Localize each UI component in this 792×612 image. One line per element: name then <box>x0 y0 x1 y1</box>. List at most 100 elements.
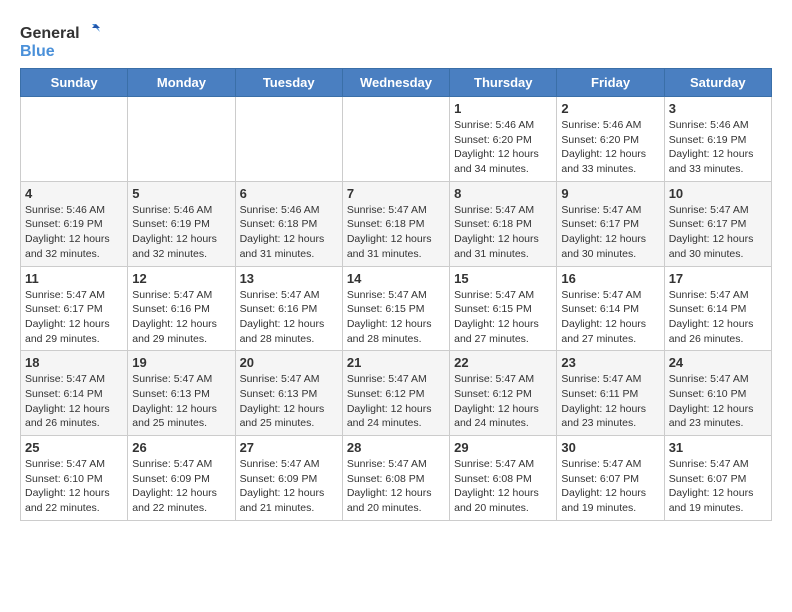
calendar-cell: 30Sunrise: 5:47 AM Sunset: 6:07 PM Dayli… <box>557 436 664 521</box>
day-number: 20 <box>240 355 338 370</box>
day-number: 4 <box>25 186 123 201</box>
calendar-cell: 6 Sunrise: 5:46 AM Sunset: 6:18 PM Daylig… <box>235 181 342 266</box>
day-info: Sunrise: 5:47 AM Sunset: 6:10 PM Dayligh… <box>25 457 123 516</box>
logo: General Blue <box>20 20 100 60</box>
day-number: 5 <box>132 186 230 201</box>
calendar-cell: 10Sunrise: 5:47 AM Sunset: 6:17 PM Dayli… <box>664 181 771 266</box>
day-number: 12 <box>132 271 230 286</box>
day-header-sunday: Sunday <box>21 69 128 97</box>
calendar-cell: 26 Sunrise: 5:47 AM Sunset: 6:09 PM Dayli… <box>128 436 235 521</box>
day-info: Sunrise: 5:47 AM Sunset: 6:09 PM Dayligh… <box>132 457 230 516</box>
calendar-cell: 12 Sunrise: 5:47 AM Sunset: 6:16 PM Dayli… <box>128 266 235 351</box>
day-number: 6 <box>240 186 338 201</box>
calendar-cell: 25 Sunrise: 5:47 AM Sunset: 6:10 PM Dayli… <box>21 436 128 521</box>
week-row-4: 25 Sunrise: 5:47 AM Sunset: 6:10 PM Dayli… <box>21 436 772 521</box>
calendar-cell: 22 Sunrise: 5:47 AM Sunset: 6:12 PM Dayli… <box>450 351 557 436</box>
calendar-header-row: SundayMondayTuesdayWednesdayThursdayFrid… <box>21 69 772 97</box>
calendar-cell: 7Sunrise: 5:47 AM Sunset: 6:18 PM Daylig… <box>342 181 449 266</box>
day-number: 11 <box>25 271 123 286</box>
day-info: Sunrise: 5:47 AM Sunset: 6:12 PM Dayligh… <box>454 372 552 431</box>
day-number: 14 <box>347 271 445 286</box>
calendar-cell: 13 Sunrise: 5:47 AM Sunset: 6:16 PM Dayli… <box>235 266 342 351</box>
day-number: 1 <box>454 101 552 116</box>
week-row-1: 4 Sunrise: 5:46 AM Sunset: 6:19 PM Daylig… <box>21 181 772 266</box>
calendar-cell: 5 Sunrise: 5:46 AM Sunset: 6:19 PM Daylig… <box>128 181 235 266</box>
day-info: Sunrise: 5:47 AM Sunset: 6:17 PM Dayligh… <box>561 203 659 262</box>
day-number: 26 <box>132 440 230 455</box>
day-info: Sunrise: 5:46 AM Sunset: 6:19 PM Dayligh… <box>25 203 123 262</box>
calendar-cell: 23 Sunrise: 5:47 AM Sunset: 6:11 PM Dayli… <box>557 351 664 436</box>
day-info: Sunrise: 5:47 AM Sunset: 6:08 PM Dayligh… <box>454 457 552 516</box>
day-info: Sunrise: 5:47 AM Sunset: 6:12 PM Dayligh… <box>347 372 445 431</box>
day-info: Sunrise: 5:47 AM Sunset: 6:16 PM Dayligh… <box>240 288 338 347</box>
svg-text:General: General <box>20 25 80 42</box>
logo-svg: General Blue <box>20 20 100 60</box>
day-header-wednesday: Wednesday <box>342 69 449 97</box>
calendar-cell: 3 Sunrise: 5:46 AM Sunset: 6:19 PM Daylig… <box>664 97 771 182</box>
day-info: Sunrise: 5:47 AM Sunset: 6:13 PM Dayligh… <box>132 372 230 431</box>
calendar-cell: 17Sunrise: 5:47 AM Sunset: 6:14 PM Dayli… <box>664 266 771 351</box>
day-info: Sunrise: 5:46 AM Sunset: 6:20 PM Dayligh… <box>561 118 659 177</box>
day-info: Sunrise: 5:47 AM Sunset: 6:14 PM Dayligh… <box>669 288 767 347</box>
day-number: 29 <box>454 440 552 455</box>
calendar-table: SundayMondayTuesdayWednesdayThursdayFrid… <box>20 68 772 521</box>
day-number: 2 <box>561 101 659 116</box>
day-info: Sunrise: 5:47 AM Sunset: 6:08 PM Dayligh… <box>347 457 445 516</box>
day-number: 27 <box>240 440 338 455</box>
day-info: Sunrise: 5:47 AM Sunset: 6:18 PM Dayligh… <box>347 203 445 262</box>
calendar-cell: 14 Sunrise: 5:47 AM Sunset: 6:15 PM Dayli… <box>342 266 449 351</box>
day-number: 3 <box>669 101 767 116</box>
day-number: 9 <box>561 186 659 201</box>
day-header-friday: Friday <box>557 69 664 97</box>
calendar-cell <box>21 97 128 182</box>
day-info: Sunrise: 5:47 AM Sunset: 6:15 PM Dayligh… <box>454 288 552 347</box>
day-info: Sunrise: 5:46 AM Sunset: 6:18 PM Dayligh… <box>240 203 338 262</box>
day-info: Sunrise: 5:46 AM Sunset: 6:19 PM Dayligh… <box>669 118 767 177</box>
day-number: 28 <box>347 440 445 455</box>
day-header-thursday: Thursday <box>450 69 557 97</box>
calendar-cell: 15 Sunrise: 5:47 AM Sunset: 6:15 PM Dayli… <box>450 266 557 351</box>
day-number: 16 <box>561 271 659 286</box>
week-row-0: 1 Sunrise: 5:46 AM Sunset: 6:20 PM Daylig… <box>21 97 772 182</box>
svg-text:Blue: Blue <box>20 43 55 60</box>
calendar-cell: 28 Sunrise: 5:47 AM Sunset: 6:08 PM Dayli… <box>342 436 449 521</box>
day-number: 13 <box>240 271 338 286</box>
day-header-saturday: Saturday <box>664 69 771 97</box>
calendar-cell: 18 Sunrise: 5:47 AM Sunset: 6:14 PM Dayli… <box>21 351 128 436</box>
day-number: 22 <box>454 355 552 370</box>
day-info: Sunrise: 5:47 AM Sunset: 6:09 PM Dayligh… <box>240 457 338 516</box>
header: General Blue <box>20 20 772 60</box>
calendar-cell: 21 Sunrise: 5:47 AM Sunset: 6:12 PM Dayli… <box>342 351 449 436</box>
calendar-cell <box>235 97 342 182</box>
calendar-cell: 24 Sunrise: 5:47 AM Sunset: 6:10 PM Dayli… <box>664 351 771 436</box>
day-info: Sunrise: 5:47 AM Sunset: 6:15 PM Dayligh… <box>347 288 445 347</box>
calendar-cell: 1Sunrise: 5:46 AM Sunset: 6:20 PM Daylig… <box>450 97 557 182</box>
day-info: Sunrise: 5:47 AM Sunset: 6:17 PM Dayligh… <box>25 288 123 347</box>
calendar-cell: 29 Sunrise: 5:47 AM Sunset: 6:08 PM Dayli… <box>450 436 557 521</box>
calendar-cell: 16Sunrise: 5:47 AM Sunset: 6:14 PM Dayli… <box>557 266 664 351</box>
day-info: Sunrise: 5:47 AM Sunset: 6:14 PM Dayligh… <box>25 372 123 431</box>
day-number: 18 <box>25 355 123 370</box>
day-number: 23 <box>561 355 659 370</box>
day-info: Sunrise: 5:46 AM Sunset: 6:19 PM Dayligh… <box>132 203 230 262</box>
calendar-cell: 20Sunrise: 5:47 AM Sunset: 6:13 PM Dayli… <box>235 351 342 436</box>
calendar-cell: 31Sunrise: 5:47 AM Sunset: 6:07 PM Dayli… <box>664 436 771 521</box>
calendar-cell: 9 Sunrise: 5:47 AM Sunset: 6:17 PM Daylig… <box>557 181 664 266</box>
day-number: 21 <box>347 355 445 370</box>
day-info: Sunrise: 5:47 AM Sunset: 6:07 PM Dayligh… <box>561 457 659 516</box>
day-info: Sunrise: 5:47 AM Sunset: 6:16 PM Dayligh… <box>132 288 230 347</box>
week-row-2: 11 Sunrise: 5:47 AM Sunset: 6:17 PM Dayli… <box>21 266 772 351</box>
day-number: 8 <box>454 186 552 201</box>
day-number: 15 <box>454 271 552 286</box>
day-number: 25 <box>25 440 123 455</box>
day-number: 24 <box>669 355 767 370</box>
day-number: 19 <box>132 355 230 370</box>
day-info: Sunrise: 5:47 AM Sunset: 6:07 PM Dayligh… <box>669 457 767 516</box>
calendar-cell: 11 Sunrise: 5:47 AM Sunset: 6:17 PM Dayli… <box>21 266 128 351</box>
calendar-cell: 2 Sunrise: 5:46 AM Sunset: 6:20 PM Daylig… <box>557 97 664 182</box>
day-info: Sunrise: 5:47 AM Sunset: 6:10 PM Dayligh… <box>669 372 767 431</box>
day-header-tuesday: Tuesday <box>235 69 342 97</box>
calendar-cell: 19 Sunrise: 5:47 AM Sunset: 6:13 PM Dayli… <box>128 351 235 436</box>
day-header-monday: Monday <box>128 69 235 97</box>
day-info: Sunrise: 5:47 AM Sunset: 6:11 PM Dayligh… <box>561 372 659 431</box>
